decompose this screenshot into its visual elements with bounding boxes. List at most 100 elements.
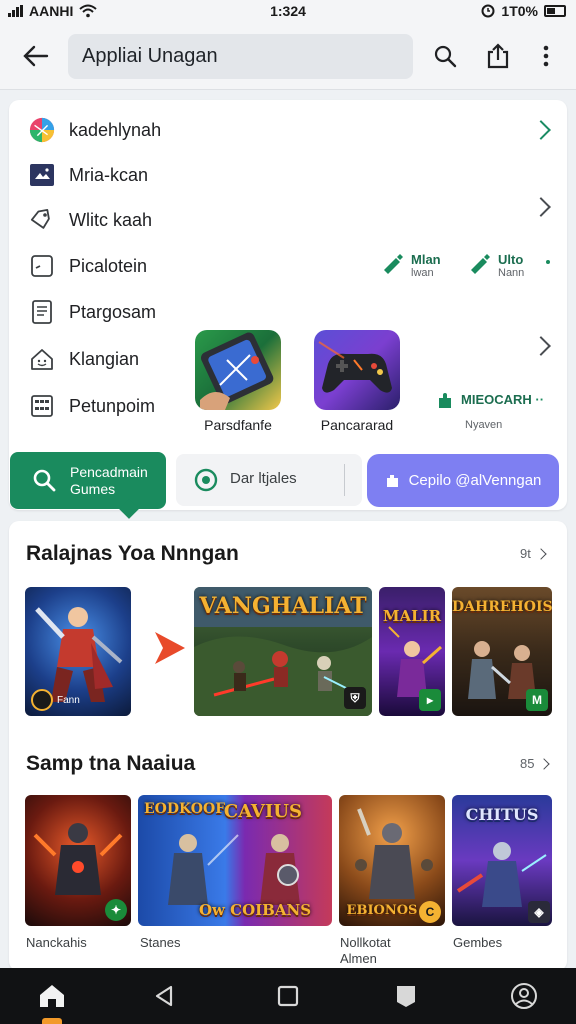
- thumb-caption-line2: Almen: [340, 951, 377, 966]
- controller-art: [318, 341, 392, 393]
- section-more-button[interactable]: 85: [520, 756, 551, 771]
- game-thumb[interactable]: MALIR ▸: [379, 587, 445, 716]
- chevron-right-icon: [535, 547, 547, 560]
- search-icon: [33, 469, 56, 492]
- game-thumb[interactable]: EBIONOS C: [339, 795, 445, 926]
- puzzle-icon: [386, 474, 398, 487]
- promo-badge-2[interactable]: Ulto Nann: [468, 252, 524, 279]
- game-logo-icon: M: [526, 689, 548, 711]
- game-art-title: EODKOOF: [144, 801, 226, 817]
- grid-icon: [29, 393, 55, 419]
- phone-game-art: [200, 332, 274, 410]
- target-icon: [194, 468, 218, 492]
- battery-percent: 1T0%: [501, 3, 538, 19]
- colorful-app-icon: [29, 117, 55, 143]
- menu-item-label: Picalotein: [69, 255, 148, 276]
- game-art-title: DAHREHOIS: [452, 599, 552, 615]
- action-button[interactable]: Cepilo @alVenngan: [367, 454, 559, 507]
- game-thumb[interactable]: EODKOOF CAVIUS Ow COIBANS: [138, 795, 332, 926]
- menu-item-7[interactable]: Petunpoim: [29, 388, 155, 424]
- menu-item-label: Petunpoim: [69, 395, 156, 416]
- bookmark-button[interactable]: [390, 980, 422, 1012]
- filter-tab-secondary[interactable]: Dar ltjales: [176, 454, 362, 506]
- promo-sub: Nyaven: [465, 419, 503, 431]
- thumb-caption-line1: Nollkotat: [340, 935, 391, 950]
- game-logo-icon: C: [419, 901, 441, 923]
- game-thumb[interactable]: CHITUS ◈: [452, 795, 552, 926]
- search-field[interactable]: Appliai Unagan: [68, 34, 413, 79]
- section-more-button[interactable]: 9t: [520, 546, 547, 561]
- home-icon: [29, 346, 55, 372]
- chevron-right-icon[interactable]: [531, 336, 551, 356]
- menu-item-label: Klangian: [69, 348, 140, 369]
- menu-item-5[interactable]: Ptargosam: [29, 294, 156, 330]
- promo-badge-3[interactable]: MIEOCARH ·· Nyaven: [437, 392, 544, 431]
- system-nav-bar: [0, 968, 576, 1024]
- puzzle-icon: [439, 393, 451, 408]
- menu-item-label: Wlitc kaah: [69, 209, 153, 230]
- menu-item-6[interactable]: Klangian: [29, 341, 139, 377]
- search-icon: [434, 45, 457, 68]
- game-logo-icon: ◈: [528, 901, 550, 923]
- game-thumb[interactable]: ✦: [25, 795, 131, 926]
- game-art-title: CHITUS: [465, 805, 539, 824]
- arrow-left-icon: [23, 45, 49, 67]
- game-logo-icon: ⛨: [344, 687, 366, 709]
- featured-tile-label: Parsdfanfe: [204, 417, 272, 433]
- alarm-icon: [481, 4, 495, 18]
- promo-badge-1[interactable]: Mlan lwan: [381, 252, 441, 279]
- filter-line2: Gumes: [70, 481, 116, 497]
- chevron-right-icon: [538, 757, 551, 770]
- bookmark-icon: [397, 986, 415, 1007]
- filter-tab-games[interactable]: Pencadmain Gumes: [10, 452, 166, 509]
- promo-sub: Nann: [498, 267, 525, 279]
- search-button[interactable]: [425, 36, 465, 76]
- thumb-caption: Nanckahis: [26, 935, 87, 950]
- square-overview-icon: [277, 985, 299, 1007]
- menu-item-3[interactable]: Wlitc kaah: [29, 202, 152, 238]
- action-button-label: Cepilo @alVenngan: [408, 472, 542, 489]
- thumb-caption: Nollkotat Almen: [340, 935, 391, 967]
- game-thumb[interactable]: DAHREHOIS M: [452, 587, 552, 716]
- app-header: Appliai Unagan: [0, 26, 576, 90]
- menu-item-2[interactable]: Mria-kcan: [29, 157, 148, 193]
- user-circle-icon: [511, 983, 537, 1009]
- chevron-right-icon[interactable]: [531, 197, 551, 217]
- triangle-back-icon: [155, 985, 173, 1007]
- section-more-count: 9t: [520, 546, 531, 561]
- game-logo-icon: [31, 689, 53, 711]
- home-button[interactable]: [36, 980, 68, 1012]
- menu-item-label: Ptargosam: [69, 301, 157, 322]
- back-button[interactable]: [16, 36, 56, 76]
- promo-sub: lwan: [411, 267, 434, 279]
- game-thumb[interactable]: VANGHALIAT ⛨: [194, 587, 372, 716]
- share-button[interactable]: [478, 36, 518, 76]
- play-arrow-icon[interactable]: [151, 628, 187, 668]
- game-logo-icon: ✦: [105, 899, 127, 921]
- menu-item-1[interactable]: kadehlynah: [29, 112, 161, 148]
- game-art-title: MALIR: [382, 607, 442, 625]
- more-vert-icon: [543, 45, 549, 67]
- game-art-title: CAVIUS: [223, 801, 302, 822]
- more-options-button[interactable]: [526, 36, 566, 76]
- filter-line1: Pencadmain: [70, 464, 148, 480]
- tag-icon: [29, 207, 55, 233]
- filter-secondary-label: Dar ltjales: [230, 470, 297, 487]
- game-thumb[interactable]: Fann: [25, 587, 131, 716]
- menu-item-4[interactable]: Picalotein: [29, 248, 147, 284]
- back-nav-button[interactable]: [148, 980, 180, 1012]
- game-art-subtitle: Ow COIBANS: [198, 901, 312, 919]
- pencil-icon: [384, 254, 403, 274]
- game-art-title: VANGHALIAT: [199, 593, 367, 619]
- game-logo-icon: ▸: [419, 689, 441, 711]
- featured-tile-1[interactable]: [195, 330, 281, 410]
- featured-tile-2[interactable]: [314, 330, 400, 410]
- menu-item-label: Mria-kcan: [69, 164, 149, 185]
- thumb-caption: Gembes: [453, 935, 503, 950]
- section-title: Samp tna Naaiua: [26, 752, 196, 775]
- overview-button[interactable]: [272, 980, 304, 1012]
- chevron-right-icon[interactable]: [531, 120, 551, 140]
- account-button[interactable]: [508, 980, 540, 1012]
- thumb-caption: Stanes: [140, 935, 181, 950]
- divider: [344, 464, 345, 496]
